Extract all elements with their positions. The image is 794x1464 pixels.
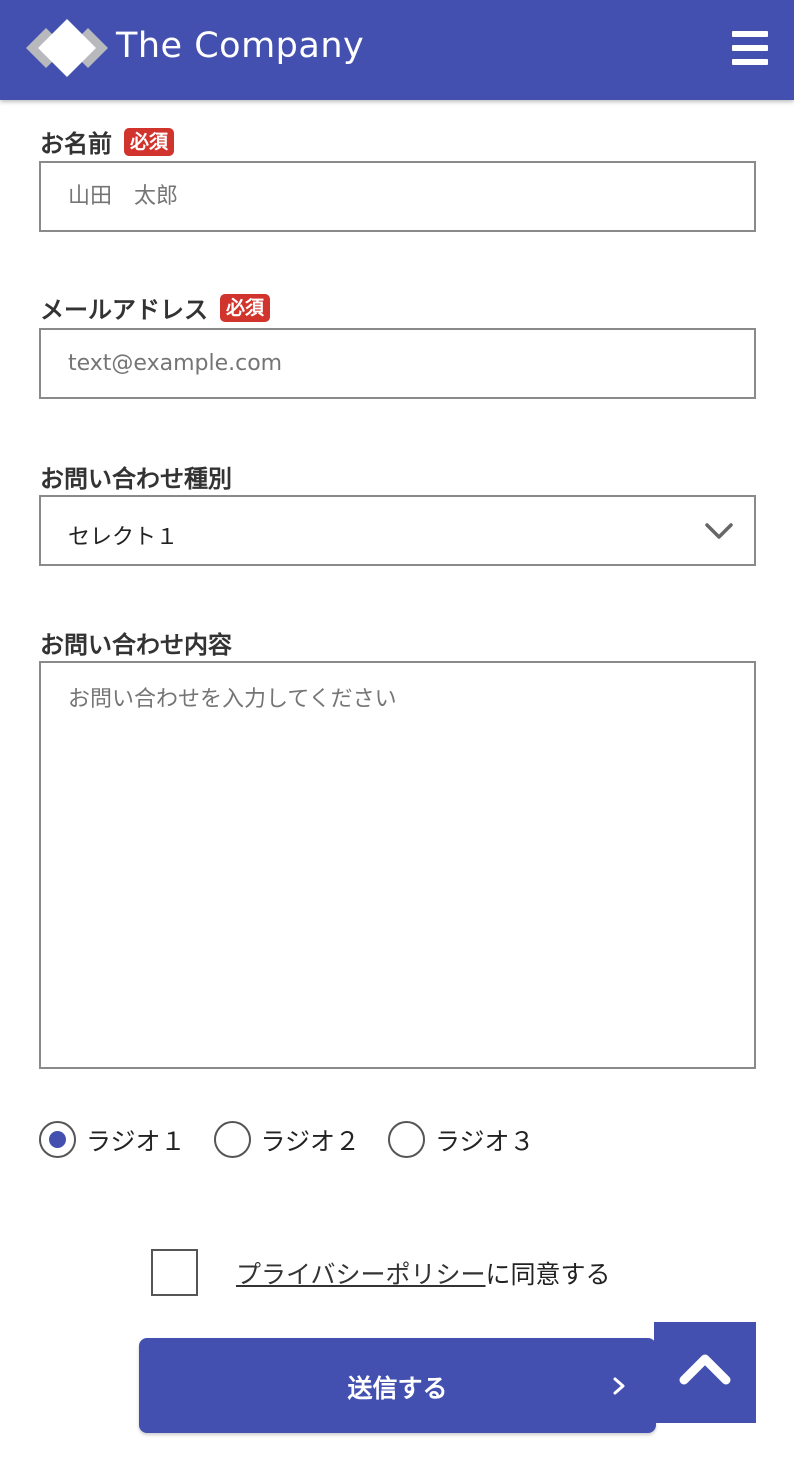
- radio-selected-dot: [49, 1131, 66, 1148]
- email-input[interactable]: [39, 328, 756, 399]
- inquiry-type-select[interactable]: セレクト１: [39, 495, 756, 566]
- name-label-row: お名前 必須: [40, 124, 175, 159]
- privacy-consent-suffix: に同意する: [485, 1259, 611, 1289]
- privacy-policy-link[interactable]: プライバシーポリシー: [236, 1260, 486, 1289]
- submit-button-label: 送信する: [347, 1375, 448, 1403]
- radio-button[interactable]: [388, 1121, 426, 1158]
- required-badge: 必須: [124, 127, 175, 156]
- back-to-top-button[interactable]: [654, 1322, 756, 1423]
- inquiry-type-selected-value: セレクト１: [68, 525, 179, 550]
- radio-button-checked[interactable]: [39, 1121, 76, 1158]
- app-header: The Company: [0, 0, 794, 100]
- inquiry-content-label: お問い合わせ内容: [40, 631, 232, 659]
- chevron-down-icon: [705, 523, 733, 539]
- diamond-logo-icon[interactable]: [24, 16, 110, 80]
- privacy-consent: プライバシーポリシーに同意する: [151, 1249, 611, 1296]
- inquiry-type-label: お問い合わせ種別: [40, 465, 232, 493]
- radio-option-2[interactable]: ラジオ２: [213, 1121, 361, 1158]
- brand-name[interactable]: The Company: [116, 26, 364, 66]
- name-input[interactable]: [39, 161, 756, 232]
- email-label: メールアドレス: [40, 296, 208, 324]
- required-badge: 必須: [220, 293, 271, 322]
- hamburger-menu-icon[interactable]: [728, 28, 772, 70]
- inquiry-content-label-row: お問い合わせ内容: [40, 625, 232, 660]
- email-label-row: メールアドレス 必須: [40, 290, 271, 325]
- submit-button[interactable]: 送信する: [139, 1338, 656, 1433]
- radio-option-1[interactable]: ラジオ１: [39, 1121, 186, 1158]
- radio-label: ラジオ２: [260, 1126, 361, 1156]
- radio-group: ラジオ１ ラジオ２ ラジオ３: [39, 1121, 563, 1158]
- privacy-consent-text: プライバシーポリシーに同意する: [236, 1255, 611, 1291]
- chevron-up-icon: [679, 1354, 731, 1385]
- radio-label: ラジオ３: [435, 1126, 535, 1156]
- chevron-right-icon: [613, 1377, 625, 1395]
- radio-label: ラジオ１: [86, 1126, 186, 1156]
- radio-option-3[interactable]: ラジオ３: [388, 1121, 535, 1158]
- inquiry-type-label-row: お問い合わせ種別: [40, 459, 232, 494]
- privacy-consent-checkbox[interactable]: [151, 1249, 198, 1296]
- name-label: お名前: [40, 130, 112, 158]
- radio-button[interactable]: [213, 1121, 251, 1158]
- inquiry-content-textarea[interactable]: [39, 661, 756, 1069]
